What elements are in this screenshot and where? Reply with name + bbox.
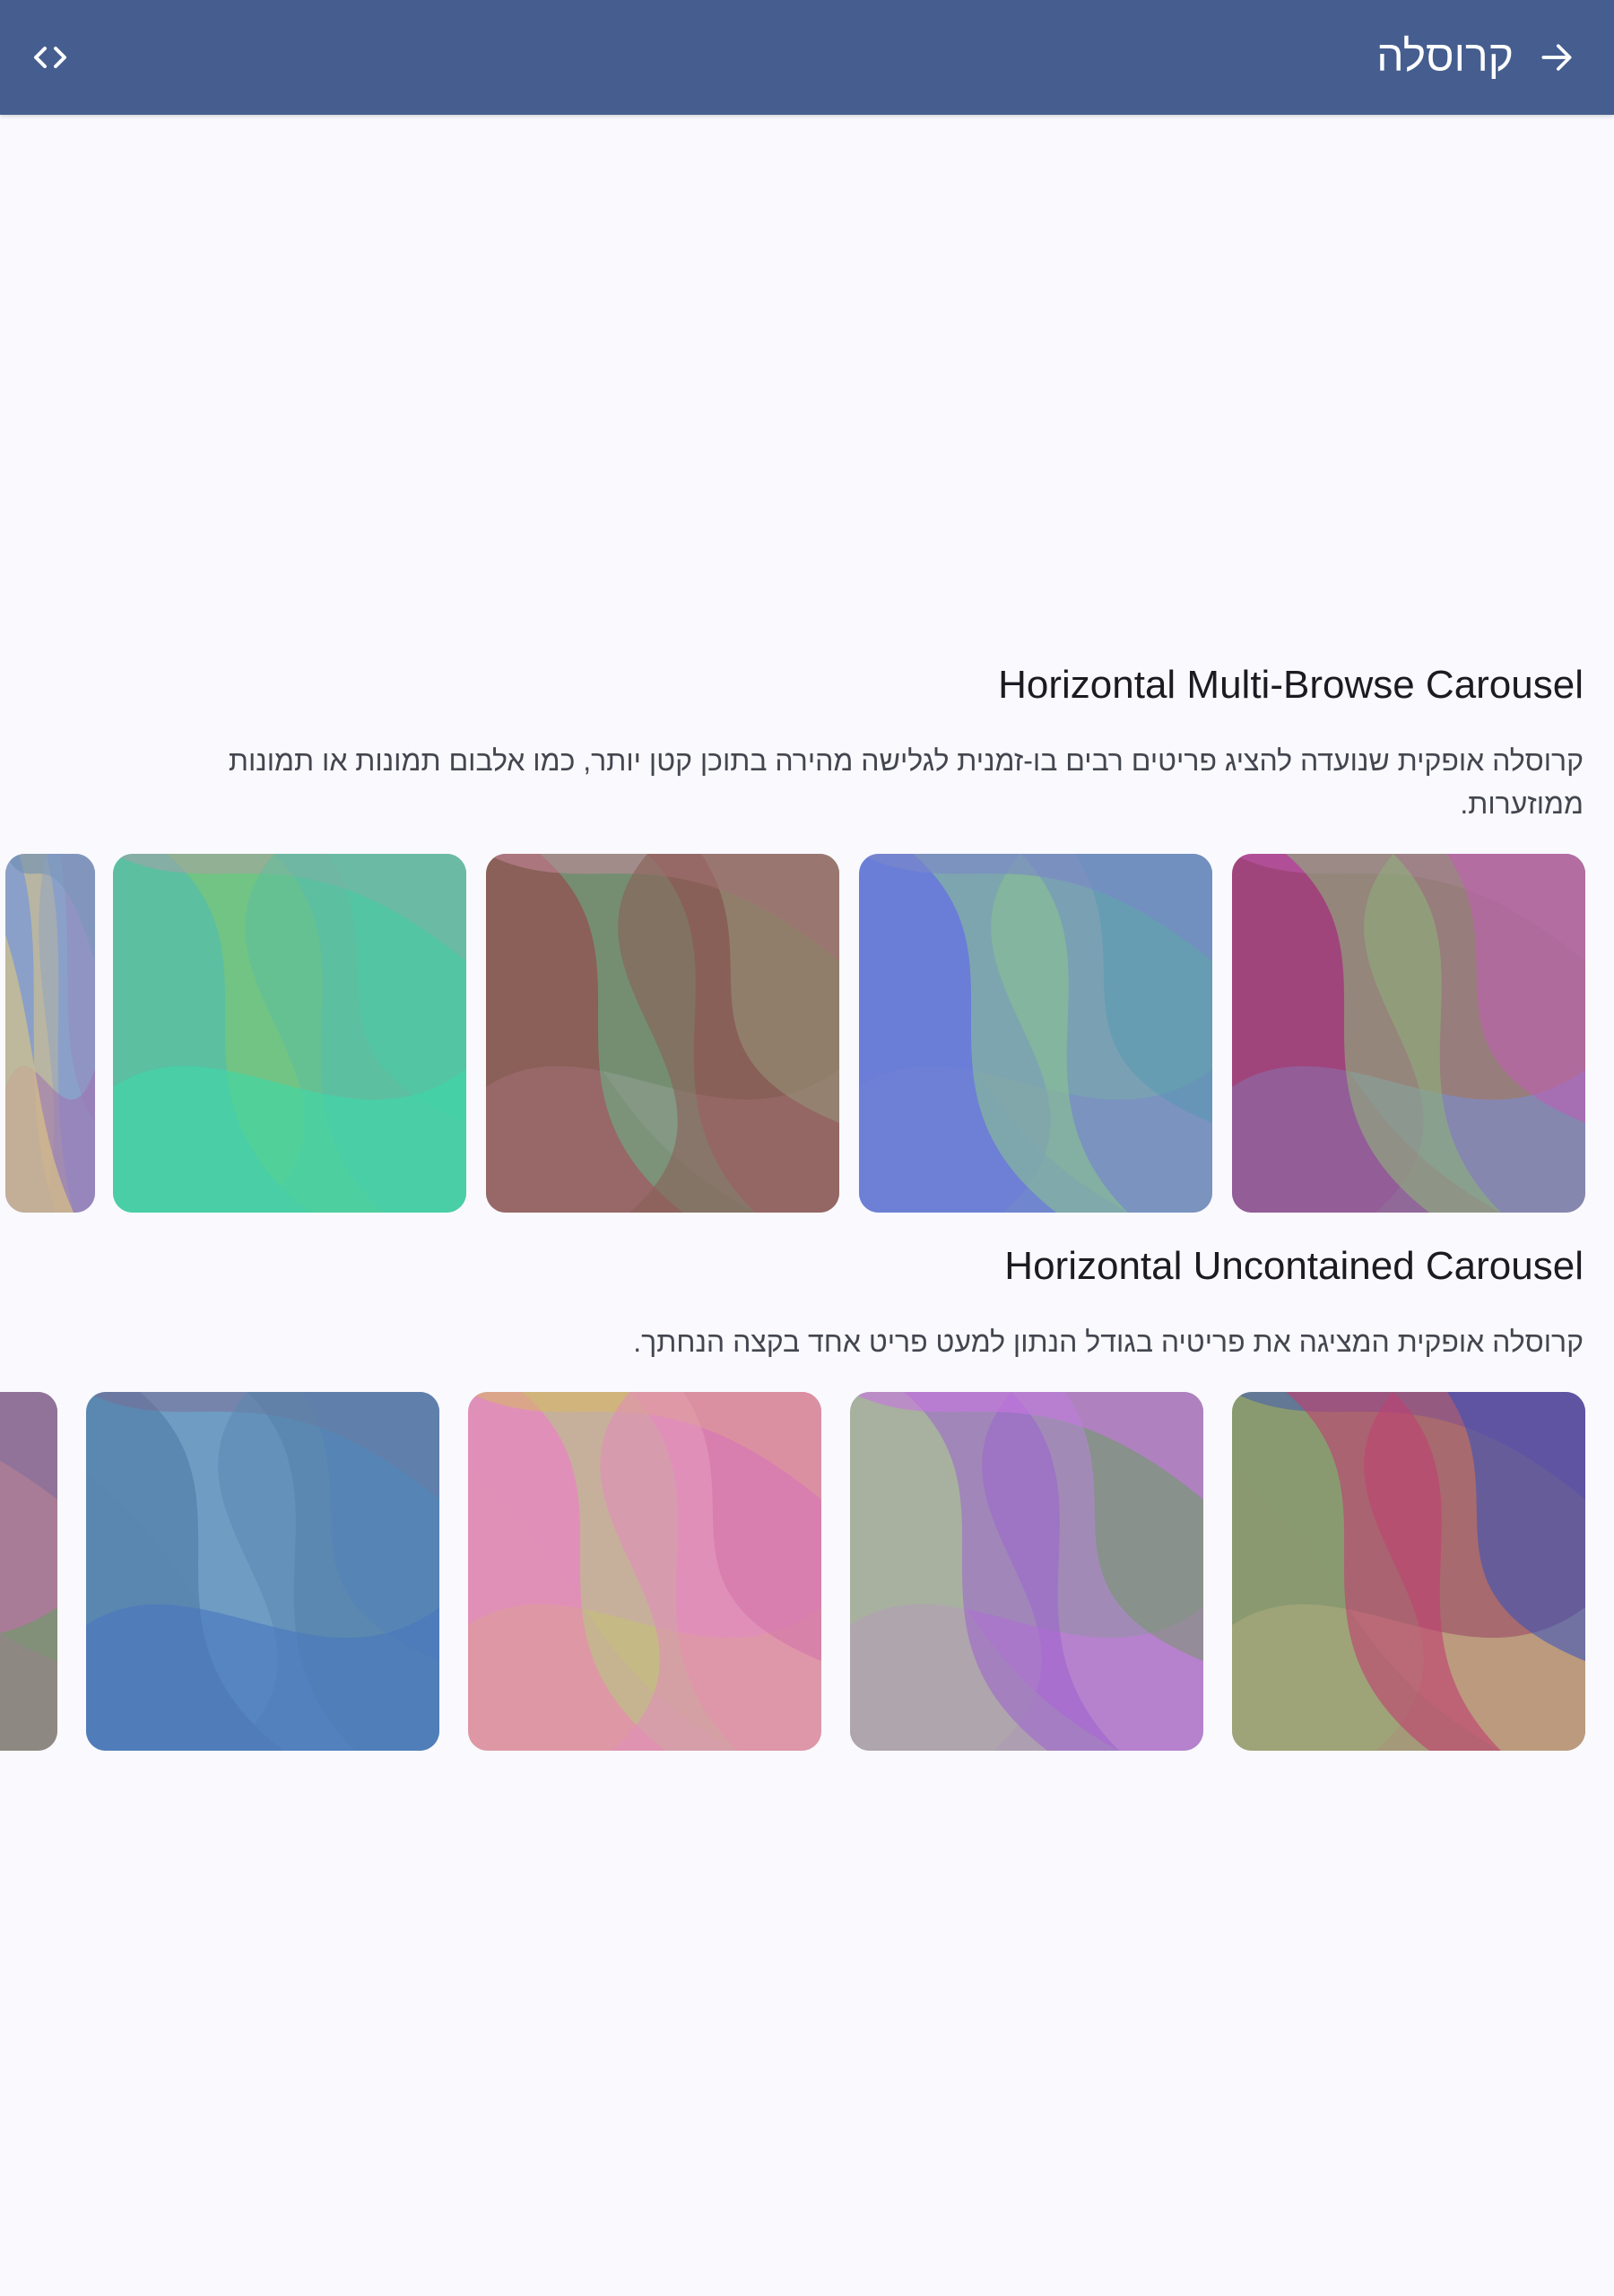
multi-browse-item-3[interactable]: [486, 854, 839, 1213]
multi-browse-item-4[interactable]: [113, 854, 466, 1213]
top-app-bar: קרוסלה: [0, 0, 1614, 115]
arrow-forward-icon: [1541, 44, 1572, 71]
uncontained-item-1[interactable]: [1232, 1392, 1585, 1751]
multi-browse-item-image: [5, 854, 95, 1213]
multi-browse-item-image: [1232, 854, 1585, 1213]
uncontained-item-image: [0, 1392, 57, 1751]
uncontained-item-3[interactable]: [468, 1392, 821, 1751]
multi-browse-item-image: [486, 854, 839, 1213]
section-description-multi-browse: קרוסלה אופקית שנועדה להציג פריטים רבים ב…: [228, 744, 1584, 820]
section-description-uncontained: קרוסלה אופקית המציגה את פריטיה בגודל הנת…: [633, 1326, 1584, 1358]
uncontained-item-image: [850, 1392, 1203, 1751]
section-title-uncontained: Horizontal Uncontained Carousel: [1004, 1244, 1584, 1288]
uncontained-item-image: [468, 1392, 821, 1751]
multi-browse-item-5[interactable]: [5, 854, 95, 1213]
section-title-multi-browse: Horizontal Multi-Browse Carousel: [998, 663, 1584, 707]
view-code-button[interactable]: [14, 22, 86, 93]
multi-browse-item-2[interactable]: [859, 854, 1212, 1213]
uncontained-carousel[interactable]: [0, 1392, 1614, 1751]
uncontained-item-image: [1232, 1392, 1585, 1751]
uncontained-item-2[interactable]: [850, 1392, 1203, 1751]
back-button[interactable]: [1521, 22, 1592, 93]
uncontained-item-4[interactable]: [86, 1392, 439, 1751]
uncontained-item-5[interactable]: [0, 1392, 57, 1751]
page-title: קרוסלה: [1376, 33, 1514, 81]
multi-browse-item-1[interactable]: [1232, 854, 1585, 1213]
multi-browse-carousel[interactable]: [0, 854, 1614, 1213]
multi-browse-item-image: [113, 854, 466, 1213]
multi-browse-item-image: [859, 854, 1212, 1213]
uncontained-item-image: [86, 1392, 439, 1751]
code-icon: [34, 47, 66, 68]
